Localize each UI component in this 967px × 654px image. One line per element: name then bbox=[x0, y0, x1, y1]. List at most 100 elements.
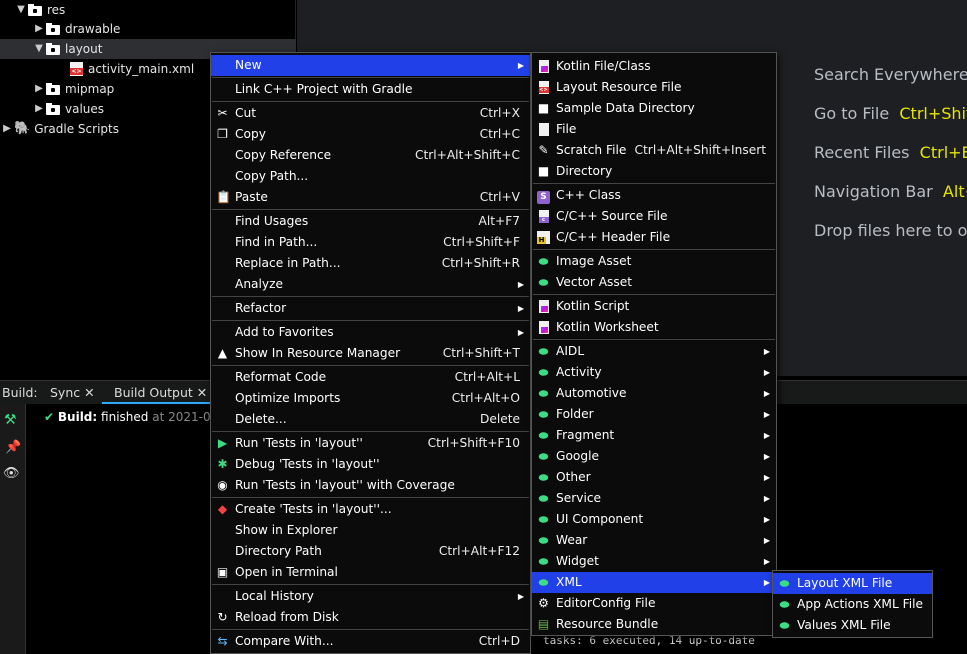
submenu-arrow-icon: ▶ bbox=[517, 61, 524, 70]
menu-item-find-usages[interactable]: Find Usages Alt+F7 bbox=[211, 211, 530, 232]
menu-item-app-actions-xml-file[interactable]: ⬬ App Actions XML File bbox=[773, 594, 932, 615]
menu-item-label: Optimize Imports bbox=[235, 391, 341, 405]
resource-bundle-icon: ▤ bbox=[537, 617, 550, 631]
menu-item-xml[interactable]: ⬬ XML ▶ bbox=[532, 572, 776, 593]
expanded-arrow-icon[interactable]: ▼ bbox=[14, 0, 28, 20]
menu-item-copy-reference[interactable]: Copy Reference Ctrl+Alt+Shift+C bbox=[211, 145, 530, 166]
menu-item-run-tests-in-layout-with-coverage[interactable]: ◉ Run 'Tests in 'layout'' with Coverage bbox=[211, 475, 530, 496]
menu-item-open-in-terminal[interactable]: ▣ Open in Terminal bbox=[211, 562, 530, 583]
collapsed-arrow-icon[interactable]: ▶ bbox=[32, 79, 46, 99]
menu-item-label: Refactor bbox=[235, 301, 287, 315]
collapsed-arrow-icon[interactable]: ▶ bbox=[32, 99, 46, 119]
submenu-arrow-icon: ▶ bbox=[517, 592, 524, 601]
menu-item-delete[interactable]: Delete... Delete bbox=[211, 409, 530, 430]
menu-item-editorconfig-file[interactable]: ⚙ EditorConfig File bbox=[532, 593, 776, 614]
menu-item-compare-with[interactable]: ⇆ Compare With... Ctrl+D bbox=[211, 631, 530, 652]
menu-item-show-in-resource-manager[interactable]: ▲ Show In Resource Manager Ctrl+Shift+T bbox=[211, 343, 530, 364]
menu-item-create-tests-in-layout[interactable]: ◆ Create 'Tests in 'layout''... bbox=[211, 499, 530, 520]
eye-icon[interactable]: 👁 bbox=[3, 466, 20, 481]
menu-item-file[interactable]: File bbox=[532, 119, 776, 140]
close-icon[interactable]: ✕ bbox=[197, 385, 207, 400]
menu-item-optimize-imports[interactable]: Optimize Imports Ctrl+Alt+O bbox=[211, 388, 530, 409]
menu-item-debug-tests-in-layout[interactable]: ✱ Debug 'Tests in 'layout'' bbox=[211, 454, 530, 475]
menu-item-google[interactable]: ⬬ Google ▶ bbox=[532, 446, 776, 467]
menu-item-kotlin-worksheet[interactable]: Kotlin Worksheet bbox=[532, 317, 776, 338]
menu-item-label: Paste bbox=[235, 190, 268, 204]
android-icon: ⬬ bbox=[538, 387, 549, 400]
menu-item-copy[interactable]: ❐ Copy Ctrl+C bbox=[211, 124, 530, 145]
menu-item-label: Find in Path... bbox=[235, 235, 318, 249]
menu-item-activity[interactable]: ⬬ Activity ▶ bbox=[532, 362, 776, 383]
menu-item-paste[interactable]: 📋 Paste Ctrl+V bbox=[211, 187, 530, 208]
menu-item-kotlin-file-class[interactable]: Kotlin File/Class bbox=[532, 56, 776, 77]
submenu-arrow-icon: ▶ bbox=[763, 536, 770, 545]
menu-item-analyze[interactable]: Analyze ▶ bbox=[211, 274, 530, 295]
menu-item-show-in-explorer[interactable]: Show in Explorer bbox=[211, 520, 530, 541]
tab-build-output[interactable]: Build Output ✕ bbox=[102, 381, 220, 405]
menu-item-directory-path[interactable]: Directory Path Ctrl+Alt+F12 bbox=[211, 541, 530, 562]
menu-item-layout-resource-file[interactable]: <> Layout Resource File bbox=[532, 77, 776, 98]
expanded-arrow-icon[interactable]: ▼ bbox=[32, 39, 46, 59]
menu-item-refactor[interactable]: Refactor ▶ bbox=[211, 298, 530, 319]
menu-item-service[interactable]: ⬬ Service ▶ bbox=[532, 488, 776, 509]
menu-item-local-history[interactable]: Local History ▶ bbox=[211, 586, 530, 607]
menu-item-fragment[interactable]: ⬬ Fragment ▶ bbox=[532, 425, 776, 446]
menu-item-find-in-path[interactable]: Find in Path... Ctrl+Shift+F bbox=[211, 232, 530, 253]
tab-sync[interactable]: Sync ✕ bbox=[50, 381, 95, 405]
menu-separator bbox=[212, 209, 529, 210]
menu-item-reformat-code[interactable]: Reformat Code Ctrl+Alt+L bbox=[211, 367, 530, 388]
build-status-line[interactable]: ✔ Build: finished at 2021-03- bbox=[44, 410, 223, 424]
menu-item-replace-in-path[interactable]: Replace in Path... Ctrl+Shift+R bbox=[211, 253, 530, 274]
menu-item-automotive[interactable]: ⬬ Automotive ▶ bbox=[532, 383, 776, 404]
tree-item-drawable[interactable]: ▶ drawable bbox=[32, 19, 120, 39]
menu-item-wear[interactable]: ⬬ Wear ▶ bbox=[532, 530, 776, 551]
menu-item-kotlin-script[interactable]: Kotlin Script bbox=[532, 296, 776, 317]
menu-item-values-xml-file[interactable]: ⬬ Values XML File bbox=[773, 615, 932, 636]
menu-item-directory[interactable]: ■ Directory bbox=[532, 161, 776, 182]
menu-item-sample-data-directory[interactable]: ■ Sample Data Directory bbox=[532, 98, 776, 119]
menu-item-label: Fragment bbox=[556, 428, 615, 442]
menu-item-run-tests-in-layout[interactable]: ▶ Run 'Tests in 'layout'' Ctrl+Shift+F10 bbox=[211, 433, 530, 454]
gear-icon: ⚙ bbox=[538, 596, 549, 610]
menu-item-reload-from-disk[interactable]: ↻ Reload from Disk bbox=[211, 607, 530, 628]
menu-item-vector-asset[interactable]: ⬬ Vector Asset bbox=[532, 272, 776, 293]
menu-item-other[interactable]: ⬬ Other ▶ bbox=[532, 467, 776, 488]
menu-item-aidl[interactable]: ⬬ AIDL ▶ bbox=[532, 341, 776, 362]
pin-icon[interactable]: 📌 bbox=[5, 440, 21, 455]
menu-item-label: Debug 'Tests in 'layout'' bbox=[235, 457, 380, 471]
new-submenu: Kotlin File/Class <> Layout Resource File ■… bbox=[531, 52, 777, 636]
submenu-arrow-icon: ▶ bbox=[763, 368, 770, 377]
tree-item-res[interactable]: ▼ res bbox=[14, 0, 65, 20]
menu-item-ui-component[interactable]: ⬬ UI Component ▶ bbox=[532, 509, 776, 530]
menu-item-copy-path[interactable]: Copy Path... bbox=[211, 166, 530, 187]
collapsed-arrow-icon[interactable]: ▶ bbox=[32, 19, 46, 39]
shortcut-label: Ctrl+X bbox=[479, 106, 520, 120]
menu-item-label: Reformat Code bbox=[235, 370, 327, 384]
copy-icon: ❐ bbox=[217, 127, 228, 141]
menu-item-add-to-favorites[interactable]: Add to Favorites ▶ bbox=[211, 322, 530, 343]
menu-item-layout-xml-file[interactable]: ⬬ Layout XML File bbox=[773, 573, 932, 594]
menu-item-c-c-source-file[interactable]: c C/C++ Source File bbox=[532, 206, 776, 227]
menu-item-c-c-header-file[interactable]: H C/C++ Header File bbox=[532, 227, 776, 248]
menu-item-folder[interactable]: ⬬ Folder ▶ bbox=[532, 404, 776, 425]
android-icon: ⬬ bbox=[779, 619, 790, 632]
menu-item-resource-bundle[interactable]: ▤ Resource Bundle bbox=[532, 614, 776, 635]
welcome-hint-navigation-bar: Navigation Bar Alt+ bbox=[814, 182, 967, 201]
submenu-arrow-icon: ▶ bbox=[763, 494, 770, 503]
menu-item-label: Service bbox=[556, 491, 602, 505]
collapsed-arrow-icon[interactable]: ▶ bbox=[0, 119, 14, 139]
menu-item-scratch-file[interactable]: ✎ Scratch File Ctrl+Alt+Shift+Insert bbox=[532, 140, 776, 161]
folder-icon bbox=[46, 43, 60, 55]
tree-item-values[interactable]: ▶ values bbox=[32, 99, 104, 119]
tree-item-mipmap[interactable]: ▶ mipmap bbox=[32, 79, 114, 99]
menu-item-link-c-project-with-gradle[interactable]: Link C++ Project with Gradle bbox=[211, 79, 530, 100]
menu-item-new[interactable]: New ▶ bbox=[211, 55, 530, 76]
tree-item-gradle-scripts[interactable]: ▶ 🐘 Gradle Scripts bbox=[0, 119, 119, 139]
menu-item-widget[interactable]: ⬬ Widget ▶ bbox=[532, 551, 776, 572]
menu-item-cut[interactable]: ✂ Cut Ctrl+X bbox=[211, 103, 530, 124]
close-icon[interactable]: ✕ bbox=[84, 385, 94, 400]
menu-item-c-class[interactable]: S C++ Class bbox=[532, 185, 776, 206]
tree-item-activity-main[interactable]: <> activity_main.xml bbox=[70, 59, 194, 79]
hammer-icon[interactable]: ⚒ bbox=[4, 412, 17, 428]
menu-item-image-asset[interactable]: ⬬ Image Asset bbox=[532, 251, 776, 272]
